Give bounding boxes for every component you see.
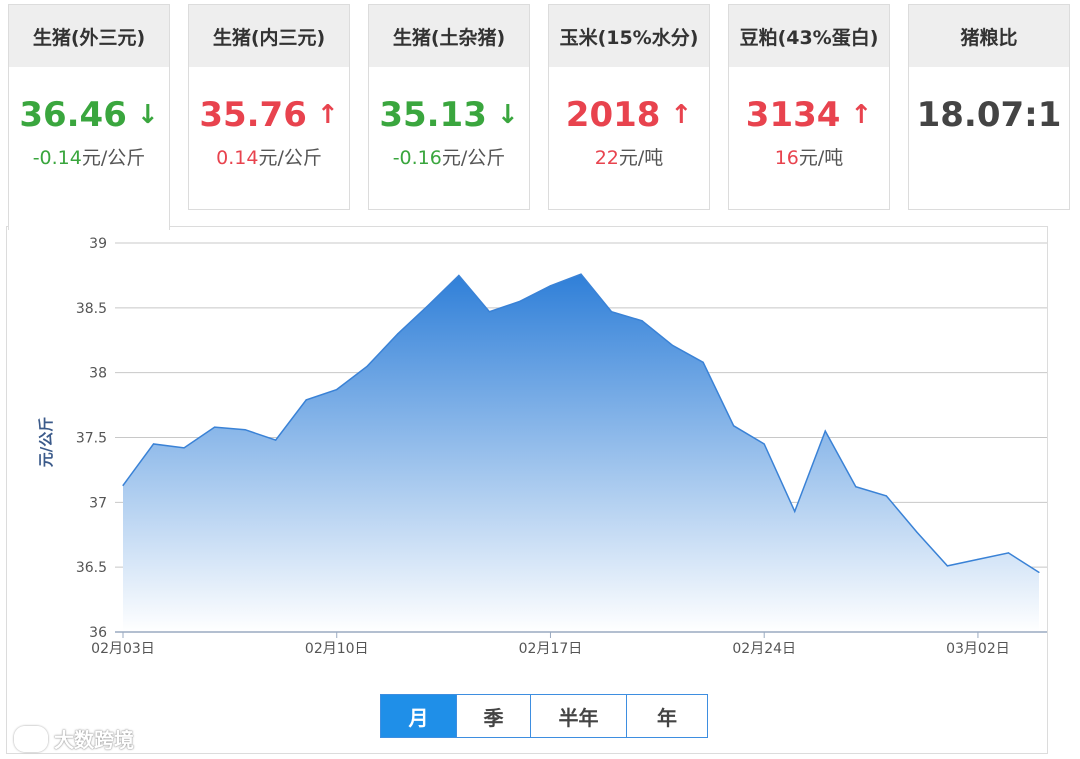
data-point[interactable] <box>214 426 216 428</box>
data-point[interactable] <box>305 399 307 401</box>
arrow-up-icon: ↑ <box>316 100 339 130</box>
card-value-row: 18.07:1 <box>909 95 1069 135</box>
card-change: -0.14元/公斤 <box>9 143 169 170</box>
data-point[interactable] <box>397 333 399 335</box>
data-point[interactable] <box>977 558 979 560</box>
price-trend-chart: 36 36.5 37 37.5 38 38.5 39 02月03日 02月10日 02月17日 02… <box>37 236 1047 657</box>
y-tick-label: 39 <box>89 236 107 252</box>
data-point[interactable] <box>916 531 918 533</box>
arrow-up-icon: ↑ <box>670 100 693 130</box>
chart-panel: 36 36.5 37 37.5 38 38.5 39 02月03日 02月10日 02月17日 02… <box>6 226 1048 754</box>
x-tick-label: 02月03日 <box>91 641 155 657</box>
data-point[interactable] <box>183 447 185 449</box>
data-point[interactable] <box>152 443 155 445</box>
data-point[interactable] <box>488 311 490 313</box>
y-tick-label: 36.5 <box>76 560 107 576</box>
data-point[interactable] <box>702 361 704 363</box>
card-change-value: 0.14 <box>216 147 259 169</box>
price-card[interactable]: 生猪(内三元) 35.76 ↑ 0.14元/公斤 <box>188 4 350 210</box>
data-point[interactable] <box>427 304 429 306</box>
data-point[interactable] <box>641 320 643 322</box>
arrow-down-icon: ↓ <box>496 100 519 130</box>
card-value: 18.07:1 <box>916 95 1062 135</box>
data-point[interactable] <box>794 510 796 513</box>
card-value: 35.76 <box>199 95 307 135</box>
card-change: 16元/吨 <box>729 143 889 170</box>
y-tick-label: 37 <box>89 495 107 511</box>
card-value: 3134 <box>745 95 841 135</box>
y-tick-label: 38.5 <box>76 301 107 317</box>
data-point[interactable] <box>946 565 949 567</box>
card-title: 生猪(内三元) <box>189 5 349 67</box>
data-point[interactable] <box>610 311 613 313</box>
card-value: 36.46 <box>19 95 127 135</box>
data-point[interactable] <box>122 484 124 487</box>
data-point[interactable] <box>549 285 552 287</box>
y-axis-label: 元/公斤 <box>37 417 55 467</box>
card-change: 0.14元/公斤 <box>189 143 349 170</box>
y-tick-label: 38 <box>89 366 107 382</box>
card-value-row: 36.46 ↓ <box>9 95 169 135</box>
card-title: 生猪(土杂猪) <box>369 5 529 67</box>
data-point[interactable] <box>275 439 277 441</box>
x-tick-label: 03月02日 <box>946 641 1010 657</box>
price-card[interactable]: 猪粮比 18.07:1 <box>908 4 1070 210</box>
card-value-row: 2018 ↑ <box>549 95 709 135</box>
data-point[interactable] <box>672 344 674 347</box>
data-point[interactable] <box>519 300 521 302</box>
card-change-value: 16 <box>774 147 799 169</box>
data-point[interactable] <box>458 274 460 277</box>
watermark: 大数跨境 <box>14 724 134 753</box>
card-change-value: 22 <box>594 147 619 169</box>
x-tick-label: 02月24日 <box>732 641 796 657</box>
card-change: 22元/吨 <box>549 143 709 170</box>
arrow-up-icon: ↑ <box>850 100 873 130</box>
watermark-text: 大数跨境 <box>54 728 134 752</box>
data-point[interactable] <box>336 388 338 391</box>
card-value: 2018 <box>565 95 661 135</box>
card-change-value: -0.14 <box>32 147 82 169</box>
card-change-unit: 元/吨 <box>618 147 664 169</box>
data-point[interactable] <box>885 495 887 497</box>
price-card[interactable]: 生猪(土杂猪) 35.13 ↓ -0.16元/公斤 <box>368 4 530 210</box>
range-button[interactable]: 年 <box>626 695 707 737</box>
x-tick-label: 02月10日 <box>305 641 369 657</box>
x-tick-label: 02月17日 <box>519 641 583 657</box>
card-change-unit: 元/公斤 <box>441 147 506 169</box>
price-card[interactable]: 生猪(外三元) 36.46 ↓ -0.14元/公斤 <box>8 4 170 230</box>
card-value-row: 35.13 ↓ <box>369 95 529 135</box>
card-change: -0.16元/公斤 <box>369 143 529 170</box>
time-range-selector: 月季半年年 <box>380 694 708 738</box>
arrow-down-icon: ↓ <box>136 100 159 130</box>
y-tick-label: 36 <box>89 625 107 641</box>
card-change-unit: 元/公斤 <box>258 147 322 169</box>
data-point[interactable] <box>855 486 857 488</box>
watermark-logo-icon <box>14 725 48 752</box>
data-point[interactable] <box>366 365 368 367</box>
card-value-row: 3134 ↑ <box>729 95 889 135</box>
card-value: 35.13 <box>379 95 487 135</box>
card-title: 玉米(15%水分) <box>549 5 709 67</box>
range-button[interactable]: 月 <box>381 695 456 737</box>
card-title: 豆粕(43%蛋白) <box>729 5 889 67</box>
data-point[interactable] <box>763 443 765 445</box>
card-title: 生猪(外三元) <box>9 5 169 67</box>
y-tick-label: 37.5 <box>76 431 107 447</box>
range-button[interactable]: 季 <box>456 695 530 737</box>
series-area <box>123 274 1039 632</box>
data-point[interactable] <box>1038 571 1040 573</box>
data-point[interactable] <box>824 430 826 432</box>
range-button[interactable]: 半年 <box>530 695 626 737</box>
card-change-value: -0.16 <box>392 147 442 169</box>
data-point[interactable] <box>1007 552 1010 554</box>
price-card[interactable]: 玉米(15%水分) 2018 ↑ 22元/吨 <box>548 4 710 210</box>
price-card[interactable]: 豆粕(43%蛋白) 3134 ↑ 16元/吨 <box>728 4 890 210</box>
data-point[interactable] <box>733 425 735 427</box>
card-change-unit: 元/公斤 <box>81 147 146 169</box>
data-point[interactable] <box>580 273 582 275</box>
data-point[interactable] <box>244 429 246 431</box>
card-change-unit: 元/吨 <box>798 147 844 169</box>
card-value-row: 35.76 ↑ <box>189 95 349 135</box>
card-title: 猪粮比 <box>909 5 1069 67</box>
